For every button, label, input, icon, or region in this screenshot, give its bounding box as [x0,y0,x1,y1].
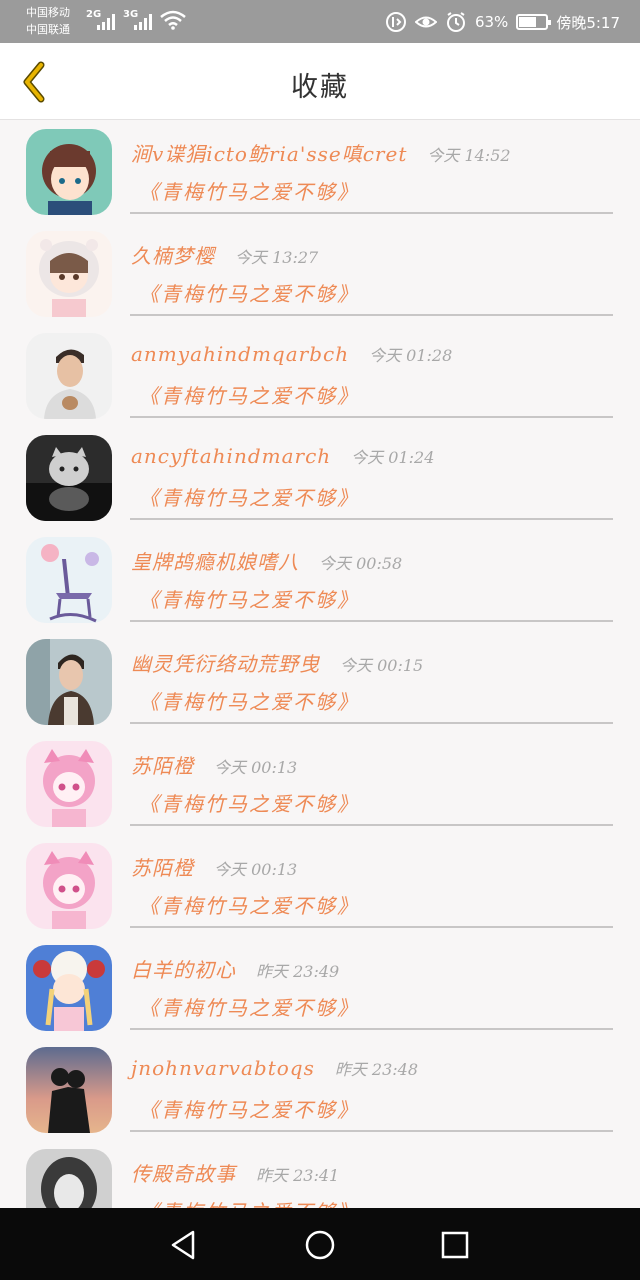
avatar[interactable] [26,231,112,317]
list-item[interactable]: 苏陌橙 今天 00:13 《青梅竹马之爱不够》 [0,732,640,834]
battery-icon [516,14,552,30]
list-item[interactable]: 白羊的初心 昨天 23:49 《青梅竹马之爱不够》 [0,936,640,1038]
page-title: 收藏 [291,72,349,103]
avatar[interactable] [26,1149,112,1208]
divider [130,416,613,418]
nav-back-button[interactable] [164,1226,202,1264]
nav-recent-button[interactable] [436,1226,474,1264]
avatar[interactable] [26,1047,112,1133]
divider [130,212,613,214]
post-title[interactable]: 《青梅竹马之爱不够》 [139,584,359,613]
list-item[interactable]: ancyftahindmarch 今天 01:24 《青梅竹马之爱不够》 [0,426,640,528]
post-title[interactable]: 《青梅竹马之爱不够》 [139,686,359,715]
user-name[interactable]: 苏陌橙 [131,852,194,881]
avatar[interactable] [26,843,112,929]
wifi-icon [160,10,186,34]
post-time: 今天 01:24 [351,448,435,467]
list-item[interactable]: 久楠梦樱 今天 13:27 《青梅竹马之爱不够》 [0,222,640,324]
post-title[interactable]: 《青梅竹马之爱不够》 [139,890,359,919]
user-name[interactable]: anmyahindmqarbch [131,342,349,366]
data-saver-icon [385,12,406,32]
avatar[interactable] [26,435,112,521]
carrier-info: 中国移动 中国联通 [26,4,70,38]
navigation-bar [0,1208,640,1280]
clock: 傍晚5:17 [556,13,620,32]
avatar[interactable] [26,333,112,419]
square-recent-icon [441,1231,469,1259]
post-title[interactable]: 《青梅竹马之爱不够》 [139,380,359,409]
alarm-icon [446,12,465,32]
favorites-list: 涧v谍狷icto鲂ria'sse嗔cret 今天 14:52 《青梅竹马之爱不够》… [0,120,640,1208]
post-time: 今天 00:13 [214,758,298,777]
user-name[interactable]: jnohnvarvabtoqs [131,1056,315,1080]
post-title[interactable]: 《青梅竹马之爱不够》 [139,788,359,817]
divider [130,926,613,928]
avatar[interactable] [26,129,112,215]
signal-icon [134,12,154,30]
avatar[interactable] [26,945,112,1031]
user-name[interactable]: 白羊的初心 [131,954,236,983]
carrier-2: 中国联通 [26,23,70,36]
post-time: 昨天 23:48 [334,1060,419,1079]
signal-icon [97,12,117,30]
post-time: 昨天 23:49 [256,962,340,981]
battery-percent: 63% [474,13,509,31]
divider [130,1028,613,1030]
post-time: 昨天 23:41 [256,1166,340,1185]
post-time: 今天 14:52 [427,146,511,165]
post-time: 今天 00:58 [319,554,403,573]
post-title[interactable]: 《青梅竹马之爱不够》 [139,1094,359,1123]
nav-home-button[interactable] [301,1226,339,1264]
post-time: 今天 13:27 [235,248,319,267]
post-title[interactable]: 《青梅竹马之爱不够》 [139,992,359,1021]
eye-comfort-icon [414,16,437,28]
list-item[interactable]: 幽灵凭衍络动荒野曳 今天 00:15 《青梅竹马之爱不够》 [0,630,640,732]
post-title[interactable]: 《青梅竹马之爱不够》 [139,482,359,511]
post-title[interactable]: 《青梅竹马之爱不够》 [139,278,359,307]
user-name[interactable]: 苏陌橙 [131,750,194,779]
user-name[interactable]: ancyftahindmarch [131,444,331,468]
divider [130,518,613,520]
divider [130,824,613,826]
avatar[interactable] [26,639,112,725]
user-name[interactable]: 传殿奇故事 [131,1158,236,1187]
list-item[interactable]: 涧v谍狷icto鲂ria'sse嗔cret 今天 14:52 《青梅竹马之爱不够》 [0,120,640,222]
user-name[interactable]: 久楠梦樱 [131,240,215,269]
user-name[interactable]: 幽灵凭衍络动荒野曳 [131,648,320,677]
list-item[interactable]: 皇牌鸪瘾机娘嗜八 今天 00:58 《青梅竹马之爱不够》 [0,528,640,630]
list-item[interactable]: anmyahindmqarbch 今天 01:28 《青梅竹马之爱不够》 [0,324,640,426]
triangle-back-icon [171,1230,195,1260]
post-time: 今天 00:15 [340,656,424,675]
app-header: 收藏 [0,43,640,120]
post-title[interactable]: 《青梅竹马之爱不够》 [139,176,359,205]
list-item[interactable]: jnohnvarvabtoqs 昨天 23:48 《青梅竹马之爱不够》 [0,1038,640,1140]
avatar[interactable] [26,537,112,623]
user-name[interactable]: 涧v谍狷icto鲂ria'sse嗔cret [131,138,407,167]
avatar[interactable] [26,741,112,827]
post-title[interactable]: 《青梅竹马之爱不够》 [139,1196,359,1208]
divider [130,1130,613,1132]
list-item[interactable]: 苏陌橙 今天 00:13 《青梅竹马之爱不够》 [0,834,640,936]
post-time: 今天 00:13 [214,860,298,879]
divider [130,314,613,316]
user-name[interactable]: 皇牌鸪瘾机娘嗜八 [131,546,299,575]
list-item[interactable]: 传殿奇故事 昨天 23:41 《青梅竹马之爱不够》 [0,1140,640,1208]
status-bar: 中国移动 中国联通 2G 3G 63% 傍晚5:17 [0,0,640,43]
circle-home-icon [305,1230,335,1260]
carrier-1: 中国移动 [26,6,70,19]
post-time: 今天 01:28 [369,346,453,365]
divider [130,620,613,622]
divider [130,722,613,724]
